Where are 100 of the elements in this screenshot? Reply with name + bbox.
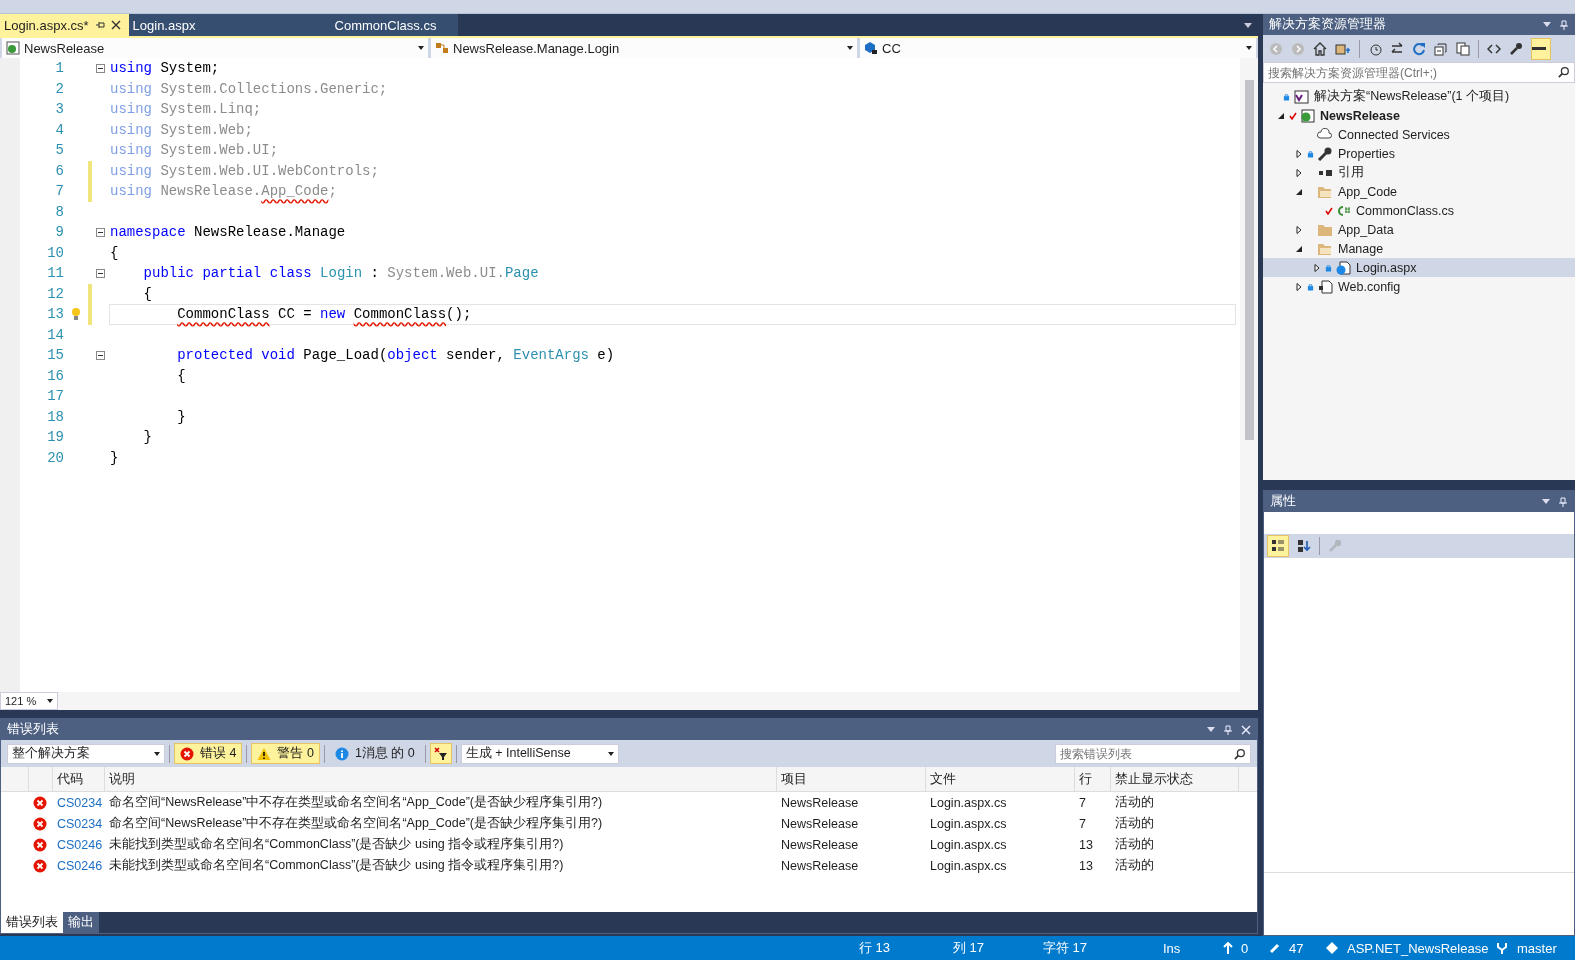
code-line: public partial class Login : System.Web.UI.Page (142, 265, 539, 282)
categorized-button[interactable] (1267, 535, 1289, 557)
collapsed-arrow-icon[interactable] (1295, 168, 1303, 177)
collapse-all-icon[interactable] (1434, 41, 1448, 56)
panel-title: 错误列表 (7, 721, 59, 738)
collapsed-arrow-icon[interactable] (1295, 282, 1303, 291)
tree-item[interactable]: 引用 (1263, 163, 1575, 182)
copy-icon[interactable] (1456, 41, 1470, 56)
status-text[interactable]: 0 (1241, 940, 1249, 956)
document-tab[interactable]: CommonClass.cs (219, 14, 459, 36)
table-cell: 活动的 (1115, 816, 1154, 830)
error-code-link[interactable]: CS0234 (57, 795, 103, 810)
search-icon[interactable] (1558, 66, 1570, 78)
tree-item[interactable]: NewsRelease (1263, 106, 1575, 125)
categorized-icon (1271, 539, 1285, 553)
error-code-link[interactable]: CS0234 (57, 816, 103, 831)
column-header[interactable]: 项目 (777, 767, 926, 791)
code-line: using System.Web; (110, 121, 253, 138)
collapse-icon[interactable] (96, 268, 105, 278)
switch-icon[interactable] (1390, 41, 1404, 56)
clear-filter-button[interactable] (429, 743, 452, 764)
dropdown-icon[interactable] (1542, 499, 1550, 504)
collapse-icon[interactable] (96, 350, 105, 360)
code-line: using System.Linq; (110, 101, 262, 118)
collapsed-arrow-icon[interactable] (1313, 263, 1321, 272)
code-line: using System.Collections.Generic; (110, 80, 388, 97)
dropdown-icon[interactable] (1543, 22, 1551, 27)
table-cell: 活动的 (1115, 837, 1154, 851)
tree-item[interactable]: Manage (1263, 239, 1575, 258)
history-icon[interactable] (1368, 41, 1382, 56)
dropdown-icon[interactable] (1207, 727, 1215, 732)
column-header[interactable]: 代码 (53, 767, 105, 791)
document-tab[interactable]: Login.aspx.cs* (0, 14, 129, 36)
preview-toggle[interactable] (1531, 37, 1551, 60)
tree-item[interactable]: CommonClass.cs (1263, 201, 1575, 220)
pin-icon[interactable] (94, 20, 105, 30)
expanded-arrow-icon[interactable] (1277, 111, 1285, 120)
document-tab[interactable]: Login.aspx (128, 14, 221, 36)
tab-list-icon[interactable] (1244, 22, 1252, 28)
table-cell: NewsRelease (781, 795, 859, 810)
status-text[interactable]: ASP.NET_NewsRelease (1347, 940, 1489, 956)
filter-toggle[interactable]: 1消息 的 0 (328, 743, 421, 764)
expanded-arrow-icon[interactable] (1295, 187, 1303, 196)
code-icon[interactable] (1487, 41, 1501, 56)
tree-item[interactable]: Properties (1263, 144, 1575, 163)
expanded-arrow-icon[interactable] (1295, 244, 1303, 253)
column-header[interactable]: 文件 (926, 767, 1075, 791)
panel-tab[interactable]: 错误列表 (1, 912, 63, 933)
code-line: } (176, 408, 186, 425)
collapsed-arrow-icon[interactable] (1295, 225, 1303, 234)
table-cell: 7 (1079, 795, 1086, 810)
error-icon (33, 795, 47, 810)
tree-label: 引用 (1338, 164, 1364, 181)
table-cell: 13 (1079, 837, 1093, 852)
error-code-link[interactable]: CS0246 (57, 858, 103, 873)
scope-dropdown[interactable]: 整个解决方案 (7, 743, 165, 764)
zoom-dropdown[interactable]: 121 % (0, 692, 58, 710)
line-number: 5 (54, 142, 64, 159)
code-line: using System.Web.UI.WebControls; (110, 162, 379, 179)
filter-toggle[interactable]: 错误 4 (174, 743, 243, 764)
folder-icon (1317, 222, 1333, 237)
filter-toggle[interactable]: 警告 0 (251, 743, 320, 764)
column-header[interactable]: 说明 (105, 767, 777, 791)
lightbulb-icon[interactable] (71, 307, 81, 322)
vertical-scrollbar[interactable] (1240, 58, 1258, 692)
refresh-icon[interactable] (1412, 41, 1426, 56)
tree-item[interactable]: 解决方案“NewsRelease”(1 个项目) (1263, 87, 1575, 106)
collapse-icon[interactable] (96, 63, 105, 73)
tree-item[interactable]: Login.aspx (1263, 258, 1575, 277)
tree-item[interactable]: Connected Services (1263, 125, 1575, 144)
search-field[interactable]: 搜索错误列表 (1055, 743, 1251, 764)
search-icon[interactable] (1234, 747, 1246, 760)
status-text[interactable]: 47 (1289, 940, 1304, 956)
collapse-icon[interactable] (96, 227, 105, 237)
type-dropdown[interactable]: NewsRelease.Manage.Login (431, 38, 857, 58)
wrench-icon[interactable] (1509, 41, 1523, 56)
table-cell: Login.aspx.cs (930, 837, 1007, 852)
member-dropdown[interactable]: CC (860, 38, 1256, 58)
tree-item[interactable]: Web.config (1263, 277, 1575, 296)
tree-label: Connected Services (1338, 127, 1450, 142)
sync-icon[interactable] (1335, 41, 1351, 56)
project-dropdown[interactable]: NewsRelease (2, 38, 428, 58)
column-header[interactable]: 禁止显示状态 (1111, 767, 1239, 791)
line-number: 13 (46, 306, 64, 323)
table-cell: 未能找到类型或命名空间名“CommonClass”(是否缺少 using 指令或程序集引用?) (109, 837, 564, 851)
column-header[interactable]: 行 (1075, 767, 1111, 791)
search-field[interactable]: 搜索解决方案资源管理器(Ctrl+;) (1263, 62, 1575, 83)
web-project-icon (1299, 108, 1315, 123)
error-code-link[interactable]: CS0246 (57, 837, 103, 852)
tree-item[interactable]: App_Code (1263, 182, 1575, 201)
source-dropdown[interactable]: 生成 + IntelliSense (460, 743, 619, 764)
collapsed-arrow-icon[interactable] (1295, 149, 1303, 158)
tree-item[interactable]: App_Data (1263, 220, 1575, 239)
tree-label: NewsRelease (1320, 108, 1400, 123)
close-icon[interactable] (110, 20, 121, 30)
table-cell: 未能找到类型或命名空间名“CommonClass”(是否缺少 using 指令或程序集引用?) (109, 858, 564, 872)
table-cell: NewsRelease (781, 858, 859, 873)
panel-tab[interactable]: 输出 (63, 912, 99, 933)
home-icon[interactable] (1313, 41, 1327, 56)
status-text[interactable]: master (1517, 940, 1557, 956)
